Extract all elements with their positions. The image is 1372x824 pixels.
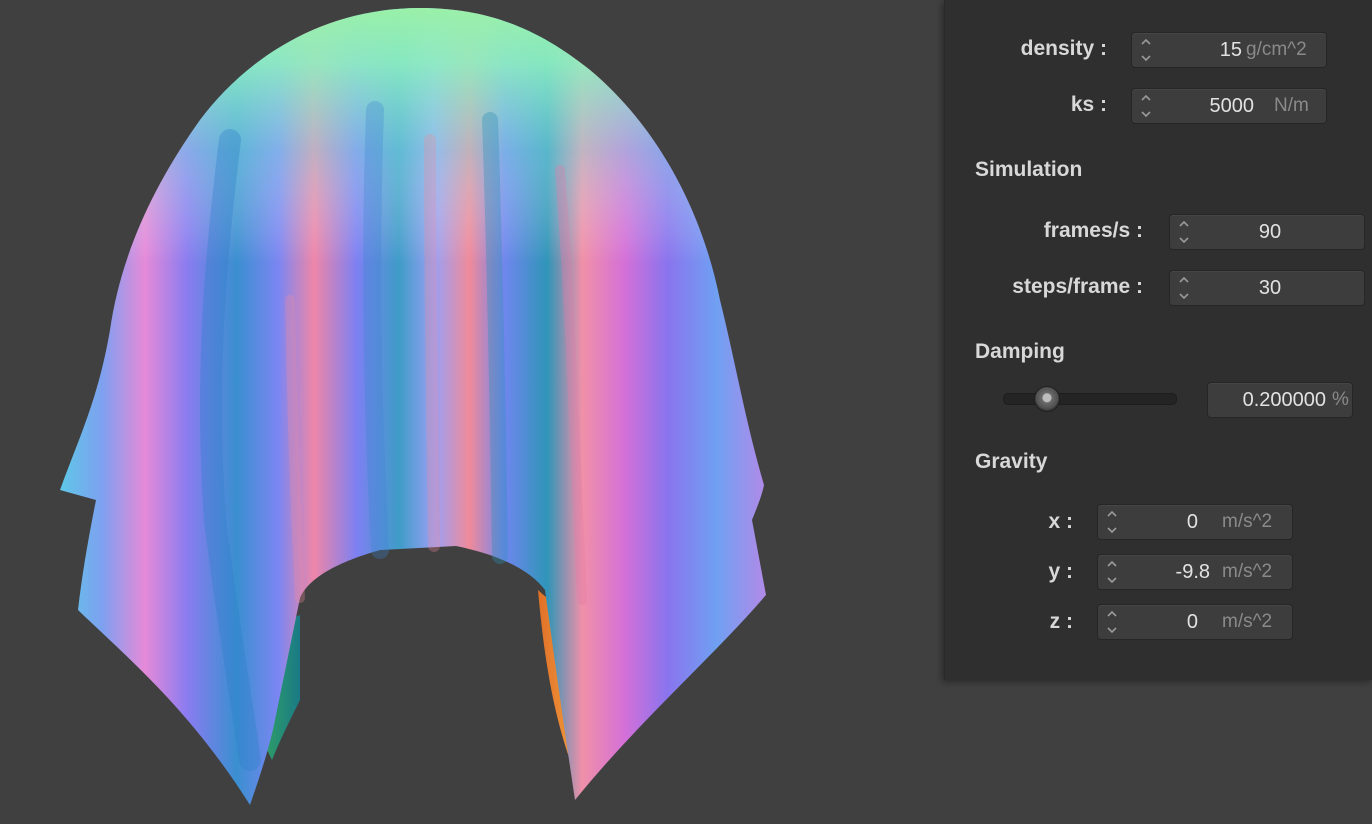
steps-label: steps/frame :: [1012, 275, 1143, 298]
gravity-x-label: x :: [1048, 510, 1073, 533]
density-label: density :: [1020, 37, 1107, 60]
gravity-x-spinner-icon[interactable]: [1106, 508, 1118, 536]
gravity-x-input[interactable]: 0 m/s^2: [1097, 504, 1293, 540]
gravity-z-input[interactable]: 0 m/s^2: [1097, 604, 1293, 640]
damping-value[interactable]: 0.200000: [1216, 383, 1326, 417]
gravity-section-title: Gravity: [975, 450, 1048, 473]
density-input[interactable]: 15 g/cm^2: [1131, 32, 1327, 68]
gravity-y-input[interactable]: -9.8 m/s^2: [1097, 554, 1293, 590]
ks-label: ks :: [1070, 93, 1107, 116]
gravity-z-label: z :: [1049, 610, 1073, 633]
steps-spinner-icon[interactable]: [1178, 274, 1190, 302]
gravity-x-unit: m/s^2: [1222, 511, 1273, 532]
steps-value[interactable]: 30: [1210, 271, 1330, 305]
damping-unit: %: [1332, 389, 1349, 410]
density-value[interactable]: 15: [1162, 33, 1242, 67]
gravity-z-unit: m/s^2: [1222, 611, 1273, 632]
steps-input[interactable]: 30: [1169, 270, 1365, 306]
ks-value[interactable]: 5000: [1164, 89, 1255, 123]
damping-slider[interactable]: [1003, 386, 1177, 412]
gravity-z-value[interactable]: 0: [1128, 605, 1198, 639]
cloth-render: [60, 8, 766, 805]
gravity-y-label: y :: [1048, 560, 1073, 583]
simulation-section-title: Simulation: [975, 158, 1083, 181]
density-unit: g/cm^2: [1246, 39, 1307, 60]
fps-spinner-icon[interactable]: [1178, 218, 1190, 246]
ks-spinner-icon[interactable]: [1140, 92, 1152, 120]
damping-section-title: Damping: [975, 340, 1065, 363]
fps-label: frames/s :: [1043, 219, 1143, 242]
damping-slider-handle[interactable]: [1034, 386, 1060, 412]
gravity-y-unit: m/s^2: [1222, 561, 1273, 582]
fps-value[interactable]: 90: [1210, 215, 1330, 249]
gravity-z-spinner-icon[interactable]: [1106, 608, 1118, 636]
fps-input[interactable]: 90: [1169, 214, 1365, 250]
density-spinner-icon[interactable]: [1140, 36, 1152, 64]
gravity-x-value[interactable]: 0: [1128, 505, 1198, 539]
ks-unit: N/m: [1274, 95, 1309, 116]
settings-panel: density : 15 g/cm^2 ks : 5000 N/m Simula…: [944, 0, 1372, 680]
gravity-y-spinner-icon[interactable]: [1106, 558, 1118, 586]
gravity-y-value[interactable]: -9.8: [1130, 555, 1210, 589]
ks-input[interactable]: 5000 N/m: [1131, 88, 1327, 124]
damping-input[interactable]: 0.200000 %: [1207, 382, 1353, 418]
